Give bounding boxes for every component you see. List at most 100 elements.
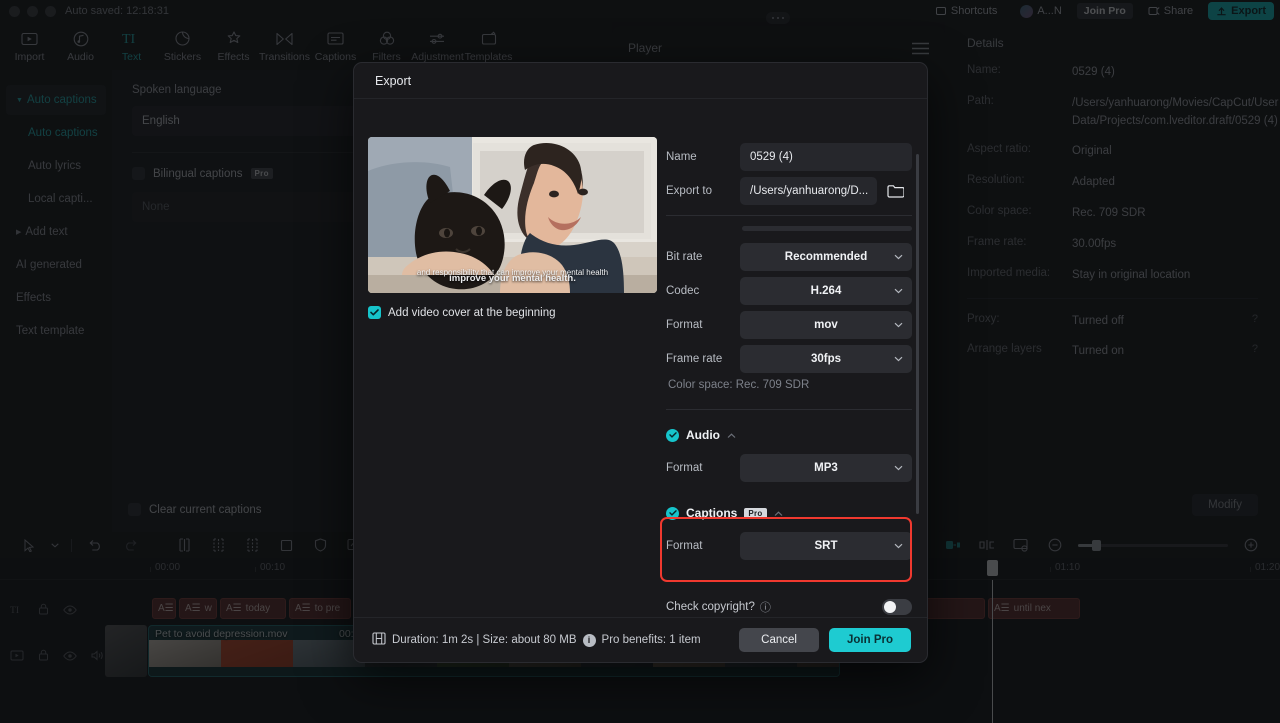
add-video-cover-row[interactable]: Add video cover at the beginning xyxy=(368,306,556,319)
clip-cover-thumbnail[interactable] xyxy=(105,625,147,677)
sidebar-item-auto-captions-group[interactable]: ▼ Auto captions xyxy=(6,85,106,115)
check-copyright-toggle[interactable] xyxy=(882,599,912,615)
cancel-button[interactable]: Cancel xyxy=(739,628,819,652)
crop-icon[interactable] xyxy=(269,539,303,552)
sidebar-item-label: Effects xyxy=(16,292,51,304)
text-icon: TI xyxy=(122,30,142,48)
player-menu-icon[interactable] xyxy=(912,42,929,60)
keyframe-next-icon[interactable] xyxy=(936,539,970,551)
text-clip[interactable]: A☰ xyxy=(152,598,176,619)
add-video-cover-checkbox[interactable] xyxy=(368,306,381,319)
tab-filters[interactable]: Filters xyxy=(361,30,412,63)
tool-dropdown-icon[interactable] xyxy=(46,542,64,548)
framerate-value: 30fps xyxy=(810,353,842,365)
lock-icon[interactable] xyxy=(38,602,49,620)
export-header-button[interactable]: Export xyxy=(1208,2,1274,20)
help-icon[interactable]: ? xyxy=(1252,343,1258,361)
audio-checkbox[interactable] xyxy=(666,428,679,442)
playhead-handle[interactable] xyxy=(987,560,998,576)
tab-adjustment[interactable]: Adjustment xyxy=(411,30,464,63)
modify-button[interactable]: Modify xyxy=(1192,494,1258,516)
shortcuts-button[interactable]: Shortcuts xyxy=(927,2,1005,20)
audio-icon xyxy=(73,30,89,48)
split-icon[interactable] xyxy=(167,538,201,552)
audio-section-header[interactable]: Audio xyxy=(666,426,912,444)
sidebar-item-effects[interactable]: Effects xyxy=(6,283,106,313)
sidebar-item-label: Auto captions xyxy=(28,127,98,139)
tab-import[interactable]: Import xyxy=(4,30,55,63)
filters-icon xyxy=(379,30,395,48)
window-minimize-button[interactable] xyxy=(27,5,38,17)
window-close-button[interactable] xyxy=(9,5,20,17)
sidebar-item-auto-captions[interactable]: Auto captions xyxy=(6,118,106,148)
join-pro-button[interactable]: Join Pro xyxy=(828,628,911,652)
tab-templates[interactable]: Templates xyxy=(463,30,514,63)
lock-icon[interactable] xyxy=(38,648,49,666)
tab-captions[interactable]: Captions xyxy=(310,30,361,63)
tab-effects[interactable]: Effects xyxy=(208,30,259,63)
bitrate-select[interactable]: Recommended xyxy=(740,243,912,271)
text-track-icon: TI xyxy=(10,602,24,620)
tab-audio[interactable]: Audio xyxy=(55,30,106,63)
resolution-row-partial[interactable] xyxy=(742,226,912,231)
name-input[interactable]: 0529 (4) xyxy=(740,143,912,171)
zoom-out-icon[interactable] xyxy=(1038,538,1072,552)
join-pro-header-button[interactable]: Join Pro xyxy=(1076,3,1133,19)
text-clip[interactable]: A☰ to pre xyxy=(289,598,351,619)
sidebar-item-text-template[interactable]: Text template xyxy=(6,316,106,346)
preview-zoom-icon[interactable] xyxy=(1004,538,1038,552)
detail-row-path: Path: /Users/yanhuarong/Movies/CapCut/Us… xyxy=(945,95,1280,131)
mirror-icon[interactable] xyxy=(970,539,1004,551)
help-icon[interactable]: ? xyxy=(1252,313,1258,331)
zoom-slider[interactable] xyxy=(1078,539,1228,551)
playhead[interactable] xyxy=(987,560,998,723)
clear-current-captions-row[interactable]: Clear current captions xyxy=(128,503,262,516)
ruler-tick-label: 01:20 xyxy=(1255,562,1280,573)
volume-icon[interactable] xyxy=(91,648,104,666)
text-clip[interactable]: A☰ today xyxy=(220,598,286,619)
trim-left-icon[interactable] xyxy=(201,538,235,552)
tab-adjustment-label: Adjustment xyxy=(411,50,464,63)
select-tool-icon[interactable] xyxy=(12,538,46,552)
autosave-status: Auto saved: 12:18:31 xyxy=(65,5,169,17)
mask-icon[interactable] xyxy=(303,538,337,552)
redo-icon[interactable] xyxy=(113,539,147,551)
folder-icon[interactable] xyxy=(884,184,906,198)
audio-format-select[interactable]: MP3 xyxy=(740,454,912,482)
export-dialog-body: and responsibility that can improve your… xyxy=(354,99,927,619)
window-maximize-button[interactable] xyxy=(45,5,56,17)
export-to-input[interactable]: /Users/yanhuarong/D... xyxy=(740,177,877,205)
detail-value: /Users/yanhuarong/Movies/CapCut/User Dat… xyxy=(1072,96,1279,127)
tab-text[interactable]: TI Text xyxy=(106,30,157,63)
sidebar-item-auto-lyrics[interactable]: Auto lyrics xyxy=(6,151,106,181)
detail-row-resolution: Resolution: Adapted xyxy=(945,174,1280,192)
framerate-select[interactable]: 30fps xyxy=(740,345,912,373)
zoom-in-icon[interactable] xyxy=(1234,538,1268,552)
sidebar-item-local-captions[interactable]: Local capti... xyxy=(6,184,106,214)
bilingual-captions-checkbox[interactable] xyxy=(132,167,145,180)
tab-transitions[interactable]: Transitions xyxy=(259,30,310,63)
format-select[interactable]: mov xyxy=(740,311,912,339)
trim-right-icon[interactable] xyxy=(235,538,269,552)
chevron-up-icon[interactable] xyxy=(727,426,736,444)
tab-audio-label: Audio xyxy=(67,50,94,63)
eye-icon[interactable] xyxy=(63,648,77,666)
undo-icon[interactable] xyxy=(79,539,113,551)
tab-effects-label: Effects xyxy=(217,50,250,63)
tab-stickers[interactable]: Stickers xyxy=(157,30,208,63)
dialog-scrollbar[interactable] xyxy=(916,154,919,514)
zoom-slider-handle[interactable] xyxy=(1092,539,1101,551)
sidebar-item-ai-generated[interactable]: AI generated xyxy=(6,250,106,280)
clear-captions-checkbox[interactable] xyxy=(128,503,141,516)
text-clip[interactable]: A☰ w xyxy=(179,598,217,619)
account-button[interactable]: A...N xyxy=(1012,2,1069,21)
panel-drag-handle[interactable] xyxy=(766,12,790,24)
eye-icon[interactable] xyxy=(63,602,77,620)
help-icon[interactable]: ⓘ xyxy=(760,599,771,615)
sidebar-item-add-text[interactable]: ▶ Add text xyxy=(6,217,106,247)
codec-select[interactable]: H.264 xyxy=(740,277,912,305)
share-button[interactable]: Share xyxy=(1140,2,1201,20)
info-icon[interactable]: i xyxy=(582,633,596,647)
text-clip[interactable]: A☰ until nex xyxy=(988,598,1080,619)
detail-key: Arrange layers xyxy=(967,343,1042,356)
